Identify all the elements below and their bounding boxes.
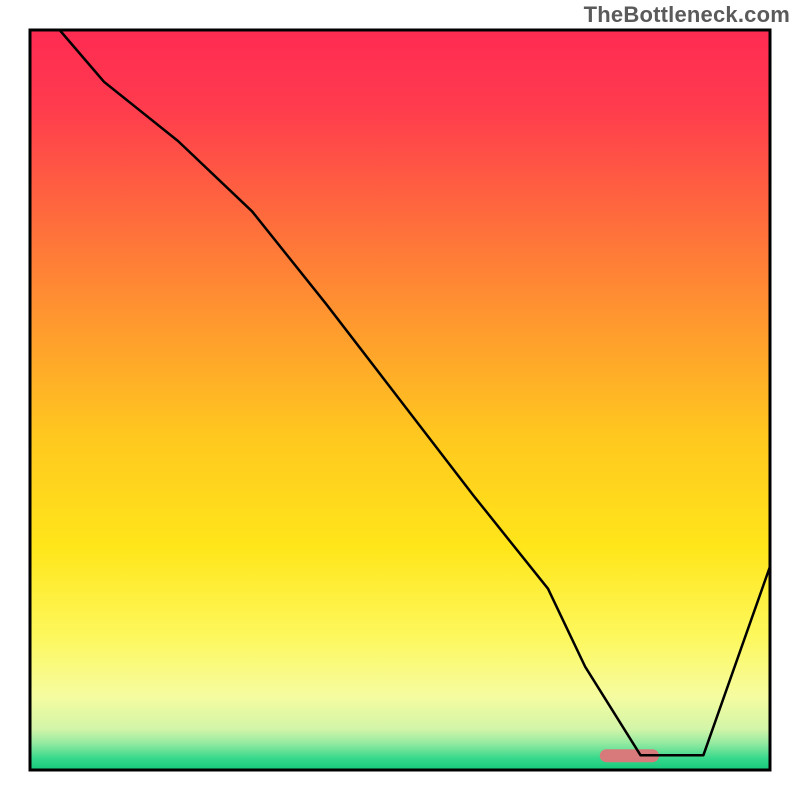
bottleneck-chart [0,0,800,800]
watermark-text: TheBottleneck.com [584,2,790,28]
chart-container: TheBottleneck.com [0,0,800,800]
